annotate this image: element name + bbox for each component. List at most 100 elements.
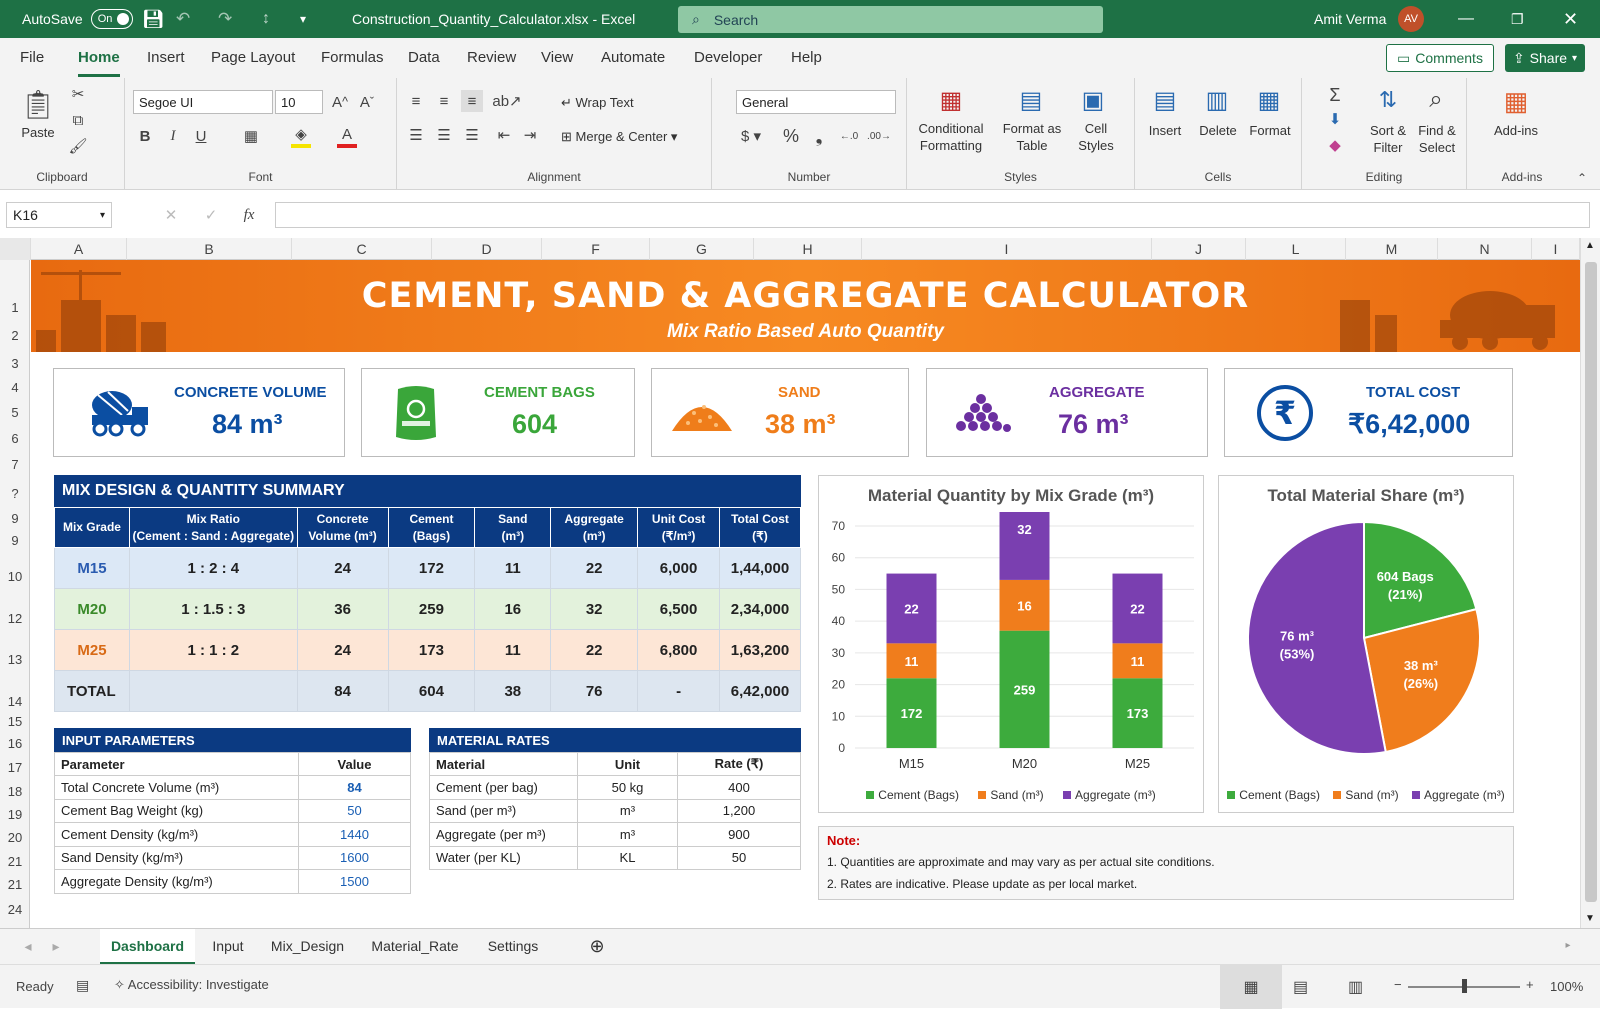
user-name[interactable]: Amit Verma	[1314, 0, 1386, 38]
format-as-table-icon[interactable]: ▤	[1015, 84, 1047, 116]
autosum-icon[interactable]: Σ	[1324, 84, 1346, 106]
next-sheet-icon[interactable]: ▸	[46, 929, 66, 965]
add-ins-icon[interactable]: ▦	[1499, 84, 1533, 118]
material-rate[interactable]: 400	[677, 775, 801, 800]
cell-styles-icon[interactable]: ▣	[1077, 84, 1109, 116]
column-header[interactable]: I	[862, 238, 1152, 260]
tab-insert[interactable]: Insert	[147, 49, 185, 66]
undo-icon[interactable]: ↶	[176, 0, 190, 38]
conditional-formatting-icon[interactable]: ▦	[935, 84, 967, 116]
parameter-value[interactable]: 1600	[298, 845, 411, 870]
table-row[interactable]: Sand Density (kg/m³) 1600	[54, 845, 411, 870]
align-bottom-icon[interactable]: ≡	[461, 90, 483, 112]
format-cells-icon[interactable]: ▦	[1253, 84, 1285, 116]
row-header[interactable]: 15	[0, 714, 30, 729]
tab-page-layout[interactable]: Page Layout	[211, 49, 295, 66]
sheet-tab-settings[interactable]: Settings	[474, 929, 552, 965]
search-box[interactable]: ⌕ Search	[678, 6, 1103, 33]
row-header[interactable]: 13	[0, 652, 30, 667]
sort-icon[interactable]: ↕	[262, 0, 270, 38]
cancel-icon[interactable]: ✕	[160, 204, 182, 226]
bar-chart[interactable]: Material Quantity by Mix Grade (m³) 0 10 2…	[818, 475, 1204, 813]
row-header[interactable]: 9	[0, 511, 30, 526]
align-center-icon[interactable]: ☰	[433, 124, 455, 146]
grow-font-icon[interactable]: A ^	[330, 90, 350, 114]
scroll-right-icon[interactable]: ▸	[1558, 929, 1578, 965]
scroll-up-icon[interactable]: ▲	[1585, 240, 1595, 251]
sheet-tab-material-rate[interactable]: Material_Rate	[360, 929, 470, 965]
redo-icon[interactable]: ↷	[218, 0, 232, 38]
fill-icon[interactable]: ⬇	[1324, 108, 1346, 130]
table-row[interactable]: Total Concrete Volume (m³) 84	[54, 775, 411, 800]
number-format-dropdown[interactable]: General	[736, 90, 896, 114]
align-left-icon[interactable]: ☰	[405, 124, 427, 146]
orientation-icon[interactable]: ab↗	[492, 90, 521, 112]
sheet-tab-dashboard[interactable]: Dashboard	[100, 929, 195, 965]
table-row[interactable]: M20 1 : 1.5 : 3 36 259 16 32 6,500 2,34,…	[54, 588, 801, 630]
vertical-scrollbar[interactable]: ▲ ▼	[1580, 238, 1600, 928]
material-rate[interactable]: 50	[677, 845, 801, 870]
prev-sheet-icon[interactable]: ◂	[18, 929, 38, 965]
increase-indent-icon[interactable]: ⇥	[519, 124, 541, 146]
align-top-icon[interactable]: ≡	[405, 90, 427, 112]
close-icon[interactable]: ✕	[1563, 0, 1578, 38]
tab-file[interactable]: File	[20, 49, 44, 66]
sort-filter-icon[interactable]: ⇅	[1372, 84, 1404, 116]
bold-icon[interactable]: B	[135, 124, 155, 148]
row-header[interactable]: 6	[0, 431, 30, 446]
table-row[interactable]: Aggregate (per m³) m³ 900	[429, 822, 801, 847]
row-header[interactable]: 17	[0, 760, 30, 775]
find-select-button[interactable]: Find & Select	[1414, 122, 1460, 156]
comma-icon[interactable]: ❟	[808, 124, 830, 148]
table-row[interactable]: Aggregate Density (kg/m³) 1500	[54, 869, 411, 894]
clear-icon[interactable]: ◆	[1324, 134, 1346, 156]
font-size-dropdown[interactable]: 10	[275, 90, 323, 114]
table-row[interactable]: Water (per KL) KL 50	[429, 845, 801, 870]
column-header[interactable]: D	[432, 238, 542, 260]
find-select-icon[interactable]: ⌕	[1420, 84, 1452, 116]
share-button[interactable]: ⇪ Share ▾	[1505, 44, 1585, 72]
table-row[interactable]: Cement Density (kg/m³) 1440	[54, 822, 411, 847]
minimize-icon[interactable]: —	[1458, 0, 1474, 38]
sheet-tab-input[interactable]: Input	[198, 929, 258, 965]
format-cells-button[interactable]: Format	[1247, 122, 1293, 139]
paste-button[interactable]: Paste	[20, 124, 56, 141]
row-header[interactable]: 19	[0, 807, 30, 822]
comments-button[interactable]: ▭ Comments	[1386, 44, 1494, 72]
column-header[interactable]: L	[1246, 238, 1346, 260]
column-header[interactable]: J	[1152, 238, 1246, 260]
material-rate[interactable]: 900	[677, 822, 801, 847]
row-header[interactable]: 5	[0, 405, 30, 420]
tab-automate[interactable]: Automate	[601, 49, 665, 66]
percent-icon[interactable]: %	[780, 124, 802, 148]
insert-cells-button[interactable]: Insert	[1145, 122, 1185, 139]
row-header[interactable]: 21	[0, 877, 30, 892]
avatar[interactable]: AV	[1398, 6, 1424, 32]
column-header[interactable]: G	[650, 238, 754, 260]
zoom-slider-thumb[interactable]	[1462, 979, 1467, 993]
scroll-thumb[interactable]	[1585, 262, 1597, 902]
zoom-in-icon[interactable]: +	[1526, 977, 1534, 992]
zoom-level[interactable]: 100%	[1550, 979, 1583, 994]
align-middle-icon[interactable]: ≡	[433, 90, 455, 112]
row-header[interactable]: 7	[0, 457, 30, 472]
font-color-icon[interactable]: A	[337, 124, 357, 148]
table-row[interactable]: Sand (per m³) m³ 1,200	[429, 798, 801, 823]
tab-data[interactable]: Data	[408, 49, 440, 66]
row-header[interactable]: 20	[0, 830, 30, 845]
sort-filter-button[interactable]: Sort & Filter	[1366, 122, 1410, 156]
name-box[interactable]: K16 ▾	[6, 202, 112, 228]
tab-help[interactable]: Help	[791, 49, 822, 66]
row-header[interactable]: 18	[0, 784, 30, 799]
borders-icon[interactable]: ▦	[241, 124, 261, 148]
pie-chart[interactable]: Total Material Share (m³) 604 Bags (21%) 3…	[1218, 475, 1514, 813]
tab-view[interactable]: View	[541, 49, 573, 66]
decrease-indent-icon[interactable]: ⇤	[493, 124, 515, 146]
normal-view-icon[interactable]: ▦	[1220, 965, 1282, 1009]
row-header[interactable]: 16	[0, 736, 30, 751]
row-header[interactable]: 9	[0, 533, 30, 548]
row-header[interactable]: 21	[0, 854, 30, 869]
currency-icon[interactable]: $ ▾	[736, 124, 766, 148]
page-layout-view-icon[interactable]: ▤	[1293, 977, 1308, 997]
autosave-toggle[interactable]: On	[90, 9, 133, 29]
